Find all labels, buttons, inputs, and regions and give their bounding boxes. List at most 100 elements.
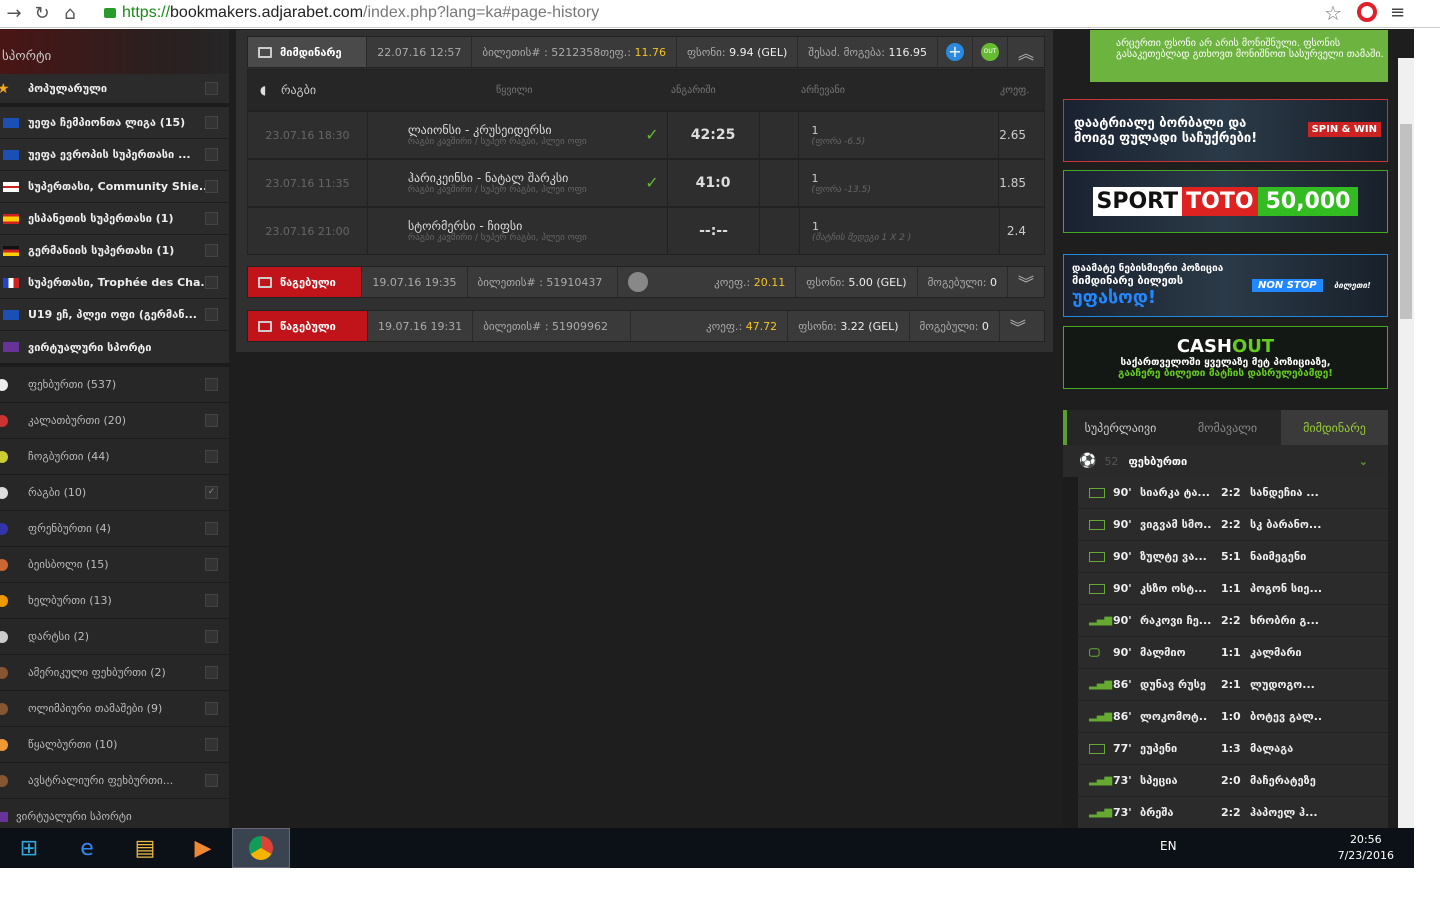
ticket-lost-header[interactable]: წაგებული 19.07.16 19:35 ბილეთის# : 51910… xyxy=(247,266,1045,298)
sidebar-league-item[interactable]: U19 ეჩ, პლეი ოფი (გერმან... xyxy=(0,299,229,331)
away-team: სკ ბარანო... xyxy=(1250,518,1322,531)
sidebar-sport-item[interactable]: ამერიკული ფეხბურთი (2) xyxy=(0,655,229,691)
sidebar-sport-item[interactable]: ბეისბოლი (15) xyxy=(0,547,229,583)
expand-chevron-icon[interactable]: ︾ xyxy=(1008,267,1044,297)
reload-icon[interactable]: ↻ xyxy=(28,3,56,24)
sidebar-virtual-sport-2[interactable]: ვირტუალური სპორტი xyxy=(0,799,229,828)
menu-icon[interactable]: ≡ xyxy=(1390,2,1405,23)
event-date: 23.07.16 11:35 xyxy=(248,160,368,206)
sidebar-sport-item[interactable]: ავსტრალიური ფეხბურთი... xyxy=(0,763,229,799)
sidebar-league-item[interactable]: სუპერთასი, Community Shie... xyxy=(0,171,229,203)
live-match-row[interactable]: 90' სიარკა ტა... 2:2 სანდეჩია ... xyxy=(1078,477,1388,509)
start-icon[interactable]: ⊞ xyxy=(0,828,58,868)
live-match-row[interactable]: 90' კსზო ოსტ... 1:1 პოგონ სიე... xyxy=(1078,573,1388,605)
checkbox[interactable] xyxy=(205,212,218,225)
sidebar-virtual-sport[interactable]: ვირტუალური სპორტი xyxy=(0,331,229,367)
address-bar[interactable]: https://bookmakers.adjarabet.com/index.p… xyxy=(104,2,1354,24)
flag-icon xyxy=(3,117,19,128)
tab-current[interactable]: მიმდინარე xyxy=(1281,410,1388,445)
checkbox[interactable] xyxy=(205,116,218,129)
non-stop-banner[interactable]: დაამატე ნებისმიერი პოზიცია მიმდინარე ბილ… xyxy=(1063,254,1388,317)
checkbox[interactable] xyxy=(205,666,218,679)
clock[interactable]: 20:56 7/23/2016 xyxy=(1338,832,1394,864)
spin-win-banner[interactable]: დაატრიალე ბორბალი და მოიგე ფულადი საჩუქრ… xyxy=(1063,99,1388,162)
home-icon[interactable]: ⌂ xyxy=(56,3,84,24)
sidebar-league-item[interactable]: ესპანეთის სუპერთასი (1) xyxy=(0,203,229,235)
sidebar-sport-item[interactable]: წყალბურთი (10) xyxy=(0,727,229,763)
checkbox[interactable] xyxy=(205,414,218,427)
checkbox[interactable]: ✓ xyxy=(205,486,218,499)
live-match-row[interactable]: 90' ზულტე ვა... 5:1 ნაიმეგენი xyxy=(1078,541,1388,573)
live-match-row[interactable]: 90' ვიგვამ სმო.. 2:2 სკ ბარანო... xyxy=(1078,509,1388,541)
col-event: წყვილი xyxy=(496,84,533,96)
browser-toolbar: → ↻ ⌂ https://bookmakers.adjarabet.com/i… xyxy=(0,0,1440,28)
ticket-current-header[interactable]: მიმდინარე 22.07.16 12:57 ბილეთის# : 5212… xyxy=(247,36,1045,68)
checkbox[interactable] xyxy=(205,378,218,391)
cashout-button[interactable]: OUT xyxy=(973,37,1008,67)
sidebar-sport-item[interactable]: ჩოგბურთი (44) xyxy=(0,439,229,475)
away-team: მალაგა xyxy=(1250,742,1294,755)
ticket-date: 19.07.16 19:31 xyxy=(368,311,474,341)
live-match-row[interactable]: ▂▄▆ 90' რაკოვი ჩე... 2:2 ხრობრი გ... xyxy=(1078,605,1388,637)
checkbox[interactable] xyxy=(205,558,218,571)
sidebar-sport-item[interactable]: ხელბურთი (13) xyxy=(0,583,229,619)
sidebar-sport-item[interactable]: ფრენბურთი (4) xyxy=(0,511,229,547)
explorer-icon[interactable]: ▤ xyxy=(116,828,174,868)
bookmark-star-icon[interactable]: ☆ xyxy=(1324,1,1342,25)
ticket-stake: ფსონი: 9.94 (GEL) xyxy=(677,37,799,67)
sidebar-sport-item[interactable]: რაგბი (10) ✓ xyxy=(0,475,229,511)
forward-icon[interactable]: → xyxy=(0,3,28,24)
checkbox[interactable] xyxy=(205,702,218,715)
ticket-lost-header[interactable]: წაგებული 19.07.16 19:31 ბილეთის# : 51909… xyxy=(247,310,1045,342)
checkbox[interactable] xyxy=(205,148,218,161)
ie-icon[interactable]: e xyxy=(58,828,116,868)
checkbox[interactable] xyxy=(205,738,218,751)
sidebar-league-item[interactable]: სუპერთასი, Trophée des Cha... xyxy=(0,267,229,299)
checkbox[interactable] xyxy=(205,180,218,193)
media-player-icon[interactable]: ▶ xyxy=(174,828,232,868)
sidebar-league-item[interactable]: უეფა ევროპის სუპერთასი ... xyxy=(0,139,229,171)
chevron-down-icon: ⌄ xyxy=(1358,454,1368,468)
sidebar-popular[interactable]: ★ პოპულარული xyxy=(0,74,229,107)
language-indicator[interactable]: EN xyxy=(1160,839,1177,853)
scrollbar-thumb[interactable] xyxy=(1400,124,1412,319)
add-button[interactable]: + xyxy=(938,37,973,67)
live-match-row[interactable]: ▂▄▆ 86' ლოკომოტ.. 1:0 ბოტევ გალ.. xyxy=(1078,701,1388,733)
sidebar-league-item[interactable]: უეფა ჩემპიონთა ლიგა (15) xyxy=(0,107,229,139)
sidebar-sport-item[interactable]: კალათბურთი (20) xyxy=(0,403,229,439)
sport-label: ავსტრალიური ფეხბურთი... xyxy=(28,774,174,787)
sidebar-sport-item[interactable]: ოლიმპიური თამაშები (9) xyxy=(0,691,229,727)
sport-icon xyxy=(0,522,8,535)
chrome-icon[interactable] xyxy=(232,828,290,868)
checkbox[interactable] xyxy=(205,630,218,643)
cashout-banner[interactable]: CASHOUT საქართველოში ყველაზე მეტ პოზიცია… xyxy=(1063,326,1388,389)
checkbox[interactable] xyxy=(205,308,218,321)
live-match-row[interactable]: 🖵 90' მალმიო 1:1 კალმარი xyxy=(1078,637,1388,669)
checkbox[interactable] xyxy=(205,82,218,95)
opera-icon[interactable] xyxy=(1357,2,1377,22)
away-team: ლუდოგო... xyxy=(1250,678,1315,691)
checkbox[interactable] xyxy=(205,276,218,289)
table-row: 23.07.16 21:00 სტორმერსი - ჩიფსი რაგბი კა… xyxy=(248,206,1044,254)
tab-superlive[interactable]: სუპერლაივი xyxy=(1067,410,1174,445)
sport-group-football[interactable]: ⚽ 52 ფეხბურთი ⌄ xyxy=(1063,445,1388,477)
vertical-scrollbar[interactable] xyxy=(1398,58,1414,828)
sport-toto-banner[interactable]: SPORT TOTO 50,000 xyxy=(1063,170,1388,233)
sidebar-sport-item[interactable]: დარტსი (2) xyxy=(0,619,229,655)
checkbox[interactable] xyxy=(205,594,218,607)
live-match-row[interactable]: ▂▄▆ 73' სპეცია 2:0 მაჩერატეზე xyxy=(1078,765,1388,797)
expand-chevron-icon[interactable]: ︾ xyxy=(1000,311,1036,341)
ticket-number-label: ბილეთის# : 5212358 xyxy=(482,45,601,59)
checkbox[interactable] xyxy=(205,774,218,787)
checkbox[interactable] xyxy=(205,450,218,463)
sidebar-league-item[interactable]: გერმანიის სუპერთასი (1) xyxy=(0,235,229,267)
live-match-row[interactable]: 77' ეუპენი 1:3 მალაგა xyxy=(1078,733,1388,765)
checkbox[interactable] xyxy=(205,244,218,257)
collapse-chevron-icon[interactable]: ︽ xyxy=(1008,37,1044,67)
live-match-row[interactable]: ▂▄▆ 86' დუნავ რუსე 2:1 ლუდოგო... xyxy=(1078,669,1388,701)
sidebar-sport-item[interactable]: ფეხბურთი (537) xyxy=(0,367,229,403)
tab-upcoming[interactable]: მომავალი xyxy=(1174,410,1281,445)
ticket-status: მიმდინარე xyxy=(248,37,368,67)
checkbox[interactable] xyxy=(205,522,218,535)
live-match-row[interactable]: ▂▄▆ 73' ბრეშა 2:2 ჰაპოელ ჰ... xyxy=(1078,797,1388,828)
